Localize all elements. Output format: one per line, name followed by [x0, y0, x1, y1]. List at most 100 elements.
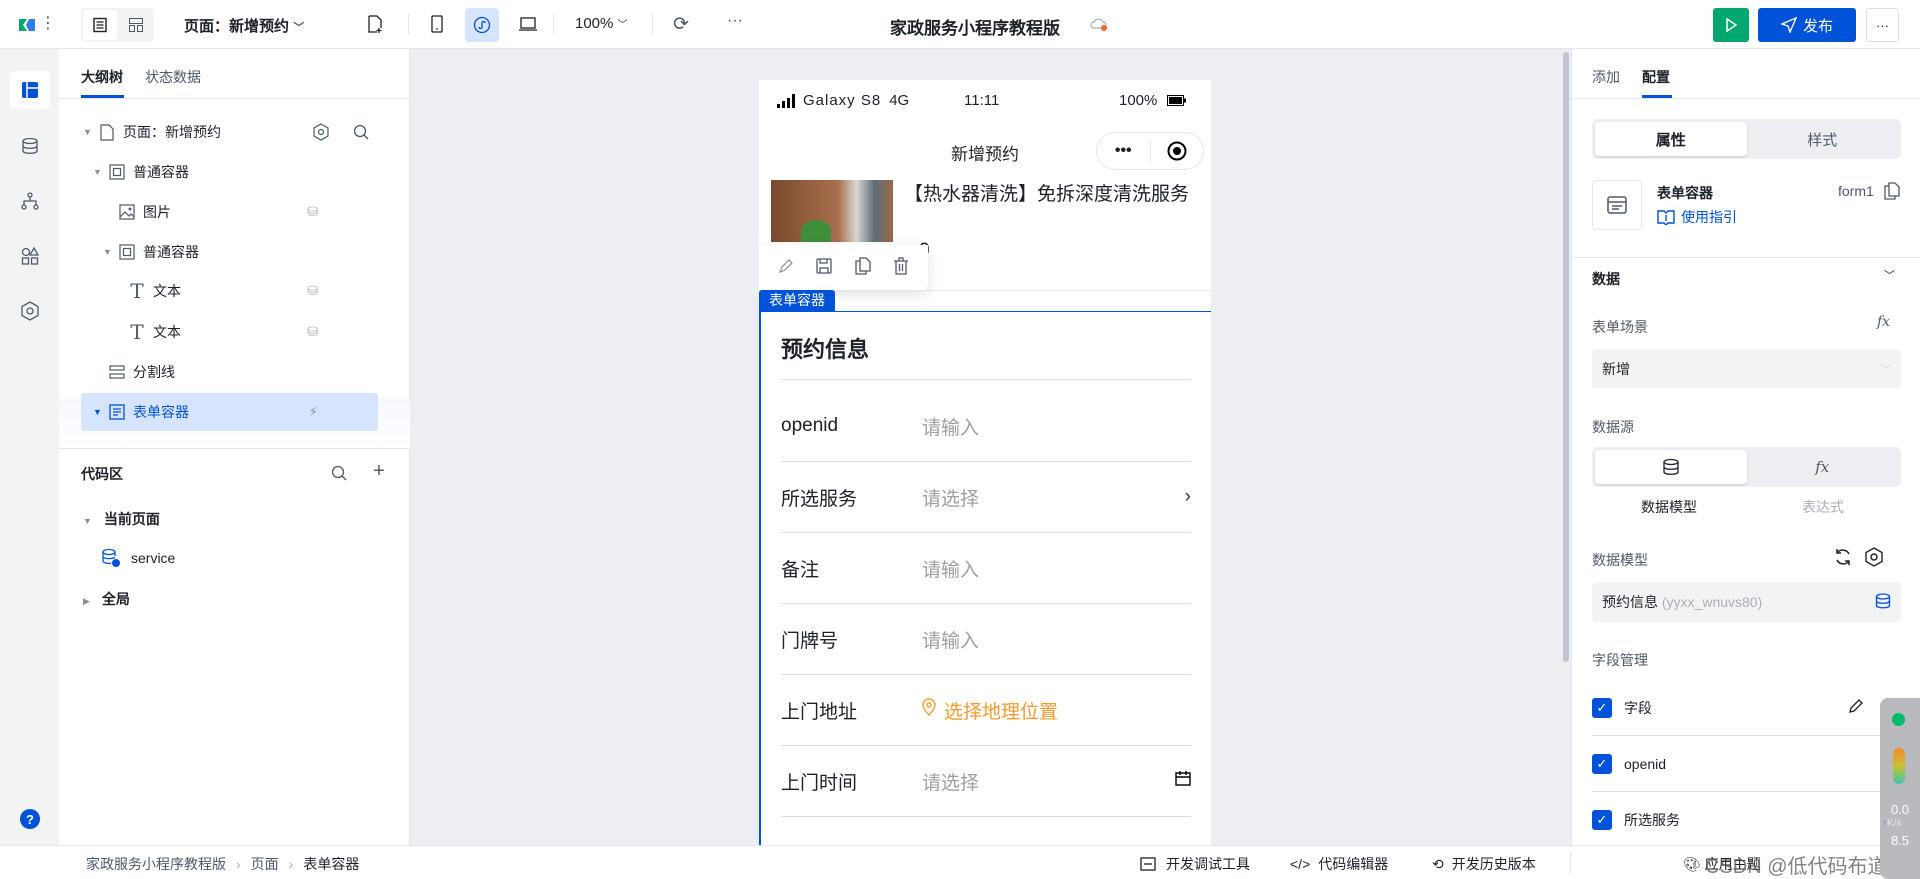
delete-icon[interactable]	[893, 257, 909, 278]
capsule-more-icon[interactable]: •••	[1097, 142, 1150, 160]
tree-item-page[interactable]: ▼ 页面：新增预约	[81, 113, 378, 151]
code-icon: </>	[1290, 856, 1311, 872]
model-settings-icon[interactable]	[1865, 547, 1883, 570]
add-code-icon[interactable]: +	[369, 460, 389, 482]
form-scene-select[interactable]: 新增 ﹀	[1592, 349, 1901, 388]
divider	[59, 448, 410, 449]
network-monitor-widget[interactable]: 0.0 ↑K/s 8.5	[1880, 698, 1920, 879]
capsule-close-icon[interactable]	[1151, 141, 1204, 161]
more-actions-button[interactable]: ···	[1866, 8, 1899, 42]
publish-button[interactable]: 发布	[1758, 8, 1856, 42]
field-row-service[interactable]: ✓ 所选服务	[1592, 810, 1680, 830]
data-bind-icon[interactable]: ⛁	[307, 283, 318, 299]
fx-icon[interactable]: fx	[1877, 314, 1890, 330]
form-container[interactable]: 预约信息 openid 请输入 所选服务 请选择 › 备注 请输入 门牌号 请输入 上门地…	[759, 311, 1211, 845]
edit-icon[interactable]	[778, 258, 794, 277]
outline-nav-icon[interactable]	[10, 71, 50, 109]
run-button[interactable]	[1713, 8, 1749, 42]
copy-icon[interactable]	[854, 257, 871, 278]
container-icon	[117, 242, 137, 262]
checkbox-checked-icon[interactable]: ✓	[1592, 810, 1612, 830]
breadcrumb-app[interactable]: 家政服务小程序教程版	[86, 856, 226, 872]
miniprogram-preview-icon[interactable]	[465, 8, 499, 42]
field-date-picker[interactable]: 请选择	[922, 768, 979, 795]
location-picker[interactable]: 选择地理位置	[944, 697, 1058, 724]
cloud-sync-icon[interactable]	[1090, 16, 1108, 32]
tree-item-container[interactable]: ▼ 普通容器	[81, 153, 378, 191]
canvas-scrollbar[interactable]	[1563, 52, 1569, 662]
app-logo[interactable]	[17, 15, 37, 35]
copy-id-icon[interactable]	[1884, 182, 1900, 203]
field-input[interactable]: 请输入	[922, 413, 979, 440]
debug-tools-button[interactable]: 开发调试工具	[1140, 854, 1250, 874]
refresh-model-icon[interactable]	[1834, 548, 1852, 569]
database-icon[interactable]	[18, 134, 42, 158]
debug-icon	[1140, 857, 1156, 871]
chevron-down-icon: ﹀	[617, 20, 628, 31]
field-row-all[interactable]: ✓ 字段	[1592, 697, 1902, 718]
datasource-model-option[interactable]	[1595, 450, 1747, 484]
segment-properties[interactable]: 属性	[1595, 122, 1747, 156]
help-icon[interactable]: ?	[20, 809, 40, 829]
checkbox-checked-icon[interactable]: ✓	[1592, 697, 1612, 718]
settings-icon[interactable]	[18, 299, 42, 323]
selected-component-tag: 表单容器	[759, 290, 835, 311]
event-icon[interactable]: ⚡	[309, 404, 318, 420]
form-field-service[interactable]: 所选服务 请选择 ›	[781, 462, 1191, 533]
more-icon[interactable]: ···	[727, 12, 743, 30]
form-field-house-number[interactable]: 门牌号 请输入	[781, 604, 1191, 675]
flow-icon[interactable]	[18, 189, 42, 213]
field-row-openid[interactable]: ✓ openid	[1592, 754, 1666, 774]
tree-item-container[interactable]: ▼ 普通容器	[81, 233, 378, 271]
zoom-select[interactable]: 100% ﹀	[575, 15, 628, 32]
breadcrumb-component[interactable]: 表单容器	[303, 856, 359, 872]
tree-item-text[interactable]: T 文本 ⛁	[81, 313, 378, 351]
tree-item-divider[interactable]: 分割线	[81, 353, 378, 391]
tab-add[interactable]: 添加	[1592, 67, 1620, 87]
segment-style[interactable]: 样式	[1747, 122, 1899, 156]
data-model-select[interactable]: 预约信息 (yyxx_wnuvs80)	[1592, 582, 1901, 622]
tree-item-text[interactable]: T 文本 ⛁	[81, 272, 378, 310]
data-bind-icon[interactable]: ⛁	[307, 324, 318, 340]
page-selector[interactable]: 页面：新增预约 ﹀	[184, 15, 304, 36]
form-field-address[interactable]: 上门地址 选择地理位置	[781, 675, 1191, 746]
app-menu-icon[interactable]: ⋮	[40, 13, 56, 33]
form-field-remark[interactable]: 备注 请输入	[781, 533, 1191, 604]
tab-state-data[interactable]: 状态数据	[145, 67, 201, 87]
save-icon[interactable]	[816, 258, 833, 277]
breadcrumb-page[interactable]: 页面	[251, 856, 279, 872]
outline-view-icon[interactable]	[83, 10, 117, 40]
tree-item-image[interactable]: 图片 ⛁	[81, 193, 378, 231]
add-page-icon[interactable]	[363, 12, 387, 36]
checkbox-checked-icon[interactable]: ✓	[1592, 754, 1612, 774]
search-icon[interactable]	[351, 122, 371, 142]
field-input[interactable]: 请输入	[922, 626, 979, 653]
form-field-time[interactable]: 上门时间 请选择	[781, 746, 1191, 817]
code-editor-button[interactable]: </> 代码编辑器	[1290, 854, 1388, 874]
field-input[interactable]: 请输入	[922, 555, 979, 582]
battery-percent: 100%	[1119, 92, 1158, 109]
tab-outline[interactable]: 大纲树	[81, 67, 123, 87]
data-bind-icon[interactable]: ⛁	[307, 204, 318, 220]
code-item-service[interactable]: service	[101, 548, 175, 568]
layout-view-icon[interactable]	[119, 10, 153, 40]
search-icon[interactable]	[329, 463, 349, 483]
view-toggle	[81, 8, 154, 42]
page-settings-icon[interactable]	[311, 122, 331, 142]
refresh-icon[interactable]: ⟳	[670, 13, 692, 35]
history-button[interactable]: ⟲ 开发历史版本	[1432, 854, 1536, 874]
code-group-global[interactable]: ▶ 全局	[83, 589, 130, 609]
divider	[408, 14, 409, 34]
usage-guide-link[interactable]: 使用指引	[1657, 207, 1737, 227]
desktop-preview-icon[interactable]	[516, 12, 540, 36]
edit-fields-icon[interactable]	[1848, 698, 1864, 717]
mobile-preview-icon[interactable]	[425, 12, 449, 36]
form-field-openid[interactable]: openid 请输入	[781, 391, 1191, 462]
datasource-expression-option[interactable]: fx	[1747, 450, 1899, 484]
field-select[interactable]: 请选择	[922, 484, 979, 511]
chevron-down-icon[interactable]: ﹀	[1884, 267, 1895, 283]
components-icon[interactable]	[18, 244, 42, 268]
tab-config[interactable]: 配置	[1642, 67, 1670, 87]
code-group-current-page[interactable]: ▼ 当前页面	[83, 509, 160, 529]
tree-item-form-selected[interactable]: ▼ 表单容器 ⚡	[81, 393, 378, 431]
